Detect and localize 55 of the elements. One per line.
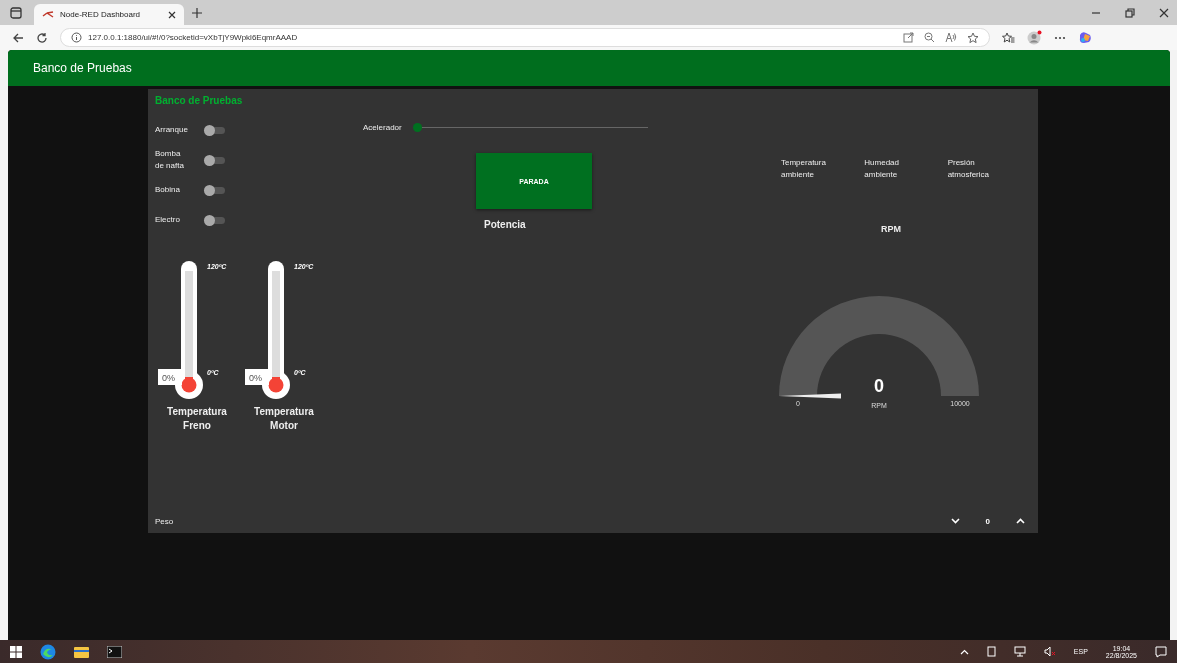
- thermometer-label: Temperatura Freno: [167, 405, 227, 433]
- slider-thumb[interactable]: [413, 122, 422, 132]
- address-field[interactable]: 127.0.0.1:1880/ui/#!/0?socketid=vXbTjY9Wpkl6EqmrAAAD: [60, 28, 990, 47]
- more-icon[interactable]: [1054, 35, 1066, 40]
- toggle-switch[interactable]: [205, 156, 225, 164]
- reading-box: 0%: [245, 369, 269, 385]
- device-icon[interactable]: [986, 646, 996, 657]
- switch-label: Bomba de nafta: [155, 148, 185, 172]
- browser-tab[interactable]: Node-RED Dashboard: [34, 4, 184, 25]
- speaker-muted-icon[interactable]: [1043, 646, 1056, 657]
- close-icon[interactable]: [168, 10, 176, 19]
- chevron-up-icon[interactable]: [1016, 518, 1025, 524]
- power-label: Potencia: [484, 219, 527, 230]
- close-icon[interactable]: [1159, 7, 1169, 18]
- tab-title: Node-RED Dashboard: [60, 10, 142, 19]
- gauge-title: RPM: [880, 224, 902, 234]
- restore-icon[interactable]: [1125, 7, 1135, 18]
- browser-icon[interactable]: [40, 643, 56, 660]
- favorites-icon[interactable]: [1002, 31, 1015, 44]
- info-icon: [71, 32, 82, 43]
- tab-actions-icon[interactable]: [10, 6, 22, 19]
- network-icon[interactable]: [1013, 646, 1026, 657]
- numeric-value: 0: [985, 516, 990, 526]
- zoom-out-icon[interactable]: [924, 32, 935, 43]
- toggle-switch[interactable]: [205, 216, 225, 224]
- toggle-switch[interactable]: [205, 186, 225, 194]
- notification-icon[interactable]: [1155, 645, 1167, 658]
- sensor-label: Presión atmosferica: [947, 157, 990, 181]
- slider-label: Acelerador: [363, 122, 403, 132]
- terminal-icon[interactable]: [107, 645, 122, 658]
- sensor-label: Humedad ambiente: [864, 157, 900, 181]
- flow-icon: [42, 9, 54, 20]
- sensor-label: Temperatura ambiente: [781, 157, 827, 181]
- gauge-value: 0: [874, 376, 884, 396]
- refresh-icon[interactable]: [36, 31, 48, 44]
- star-icon[interactable]: [967, 31, 979, 44]
- new-tab-icon[interactable]: [192, 7, 202, 18]
- copilot-icon[interactable]: [1078, 30, 1092, 45]
- switch-label: Bobina: [155, 184, 181, 196]
- group-title: Banco de Pruebas: [155, 95, 244, 108]
- thermometer-label: Temperatura Motor: [254, 405, 314, 433]
- switch-label: Arranque: [155, 124, 189, 136]
- open-app-icon[interactable]: [903, 32, 914, 43]
- reading-box: 0%: [158, 369, 182, 385]
- profile-icon[interactable]: [1027, 30, 1042, 45]
- switch-label: Electro: [155, 214, 181, 226]
- numeric-label: Peso: [155, 516, 174, 526]
- back-icon[interactable]: [12, 31, 24, 44]
- toggle-switch[interactable]: [205, 126, 225, 134]
- read-aloud-icon[interactable]: [945, 32, 957, 43]
- windows-icon[interactable]: [10, 645, 22, 658]
- header-title: Banco de Pruebas: [33, 61, 132, 75]
- folder-icon[interactable]: [74, 645, 89, 658]
- chevron-up-icon[interactable]: [959, 648, 969, 655]
- chevron-down-icon[interactable]: [950, 518, 960, 524]
